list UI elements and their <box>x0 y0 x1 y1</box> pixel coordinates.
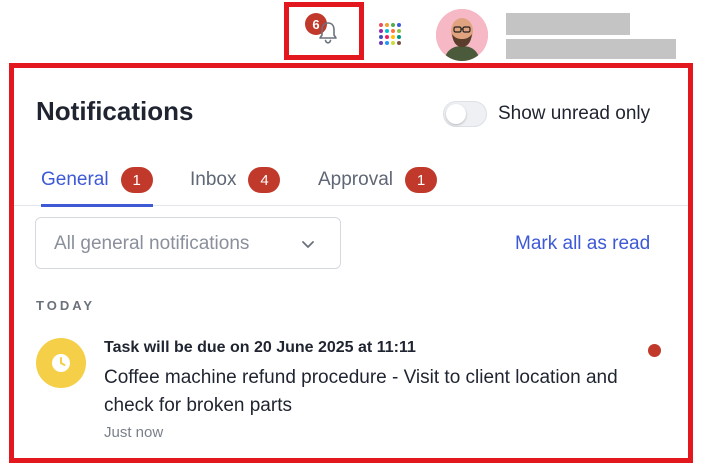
tab-approval[interactable]: Approval 1 <box>318 154 437 206</box>
section-label-today: TODAY <box>36 298 96 313</box>
notification-time: Just now <box>104 424 164 441</box>
show-unread-label: Show unread only <box>498 103 651 124</box>
notification-item[interactable]: Task will be due on 20 June 2025 at 11:1… <box>14 330 688 450</box>
apps-grid-dot <box>385 41 389 45</box>
top-bar: 6 <box>0 0 708 66</box>
apps-grid-icon[interactable] <box>379 23 403 47</box>
tab-inbox[interactable]: Inbox 4 <box>190 154 281 206</box>
avatar-image <box>436 9 488 61</box>
notifications-panel: Notifications Show unread only General 1… <box>9 63 693 463</box>
notifications-button[interactable]: 6 <box>284 2 364 60</box>
apps-grid-dot <box>379 29 383 33</box>
user-role-redacted <box>506 39 676 59</box>
tab-count-badge: 1 <box>120 167 153 193</box>
mark-all-read-link[interactable]: Mark all as read <box>515 233 650 255</box>
tab-label: Inbox <box>190 169 237 190</box>
chevron-down-icon <box>302 241 314 248</box>
user-name-redacted <box>506 13 630 35</box>
toggle-knob <box>446 104 466 124</box>
apps-grid-dot <box>391 23 395 27</box>
apps-grid-dot <box>385 23 389 27</box>
show-unread-toggle[interactable] <box>443 101 487 127</box>
panel-title: Notifications <box>36 96 194 126</box>
tab-count-badge: 1 <box>405 167 437 193</box>
filter-selected-value: All general notifications <box>54 233 250 254</box>
tab-label: Approval <box>318 169 393 190</box>
notification-filter-select[interactable]: All general notifications <box>35 217 341 269</box>
apps-grid-dot <box>379 35 383 39</box>
tab-count-badge: 4 <box>248 167 281 193</box>
apps-grid-dot <box>391 35 395 39</box>
notification-tabs: General 1 Inbox 4 Approval 1 <box>14 154 688 207</box>
clock-icon <box>36 338 86 388</box>
apps-grid-dot <box>385 35 389 39</box>
apps-grid-dot <box>397 35 401 39</box>
apps-grid-dot <box>385 29 389 33</box>
apps-grid-dot <box>391 41 395 45</box>
bell-icon <box>319 22 337 44</box>
apps-grid-dot <box>397 41 401 45</box>
notification-body: Coffee machine refund procedure - Visit … <box>104 367 618 416</box>
apps-grid-dot <box>379 41 383 45</box>
apps-grid-dot <box>397 23 401 27</box>
unread-indicator <box>648 344 661 357</box>
avatar[interactable] <box>436 9 488 61</box>
notification-title: Task will be due on 20 June 2025 at 11:1… <box>104 339 416 356</box>
apps-grid-dot <box>391 29 395 33</box>
tab-label: General <box>41 169 109 190</box>
apps-grid-dot <box>379 23 383 27</box>
apps-grid-dot <box>397 29 401 33</box>
tab-general[interactable]: General 1 <box>41 154 153 207</box>
